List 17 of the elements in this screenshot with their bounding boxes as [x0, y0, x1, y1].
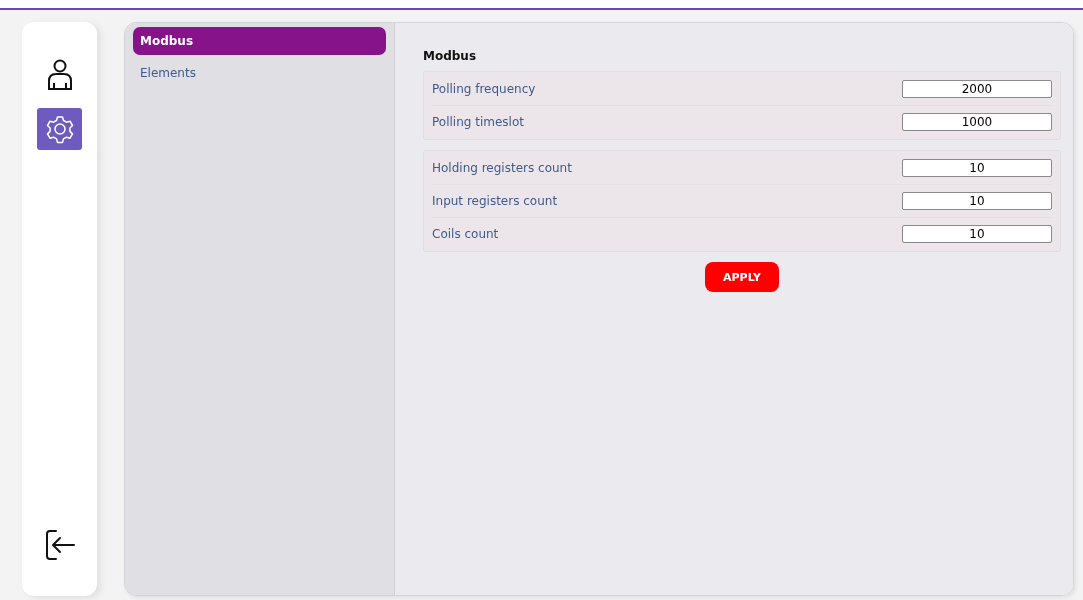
input-field[interactable]: 10: [902, 225, 1052, 243]
menu-item[interactable]: Elements: [133, 59, 386, 87]
apply-button[interactable]: APPLY: [705, 262, 779, 292]
field-label: Polling timeslot: [432, 115, 524, 129]
input-field[interactable]: 1000: [902, 113, 1052, 131]
user-icon: [46, 59, 73, 91]
field-label: Polling frequency: [432, 82, 536, 96]
field-label: Holding registers count: [432, 161, 572, 175]
input-field[interactable]: 10: [902, 192, 1052, 210]
input-field[interactable]: 2000: [902, 80, 1052, 98]
logout-icon: [43, 529, 76, 561]
field-label: Input registers count: [432, 194, 558, 208]
menu-item[interactable]: Modbus: [133, 27, 386, 55]
field-label: Coils count: [432, 227, 499, 241]
input-field[interactable]: 10: [902, 159, 1052, 177]
section-title: Modbus: [423, 49, 478, 63]
settings-icon: [44, 114, 75, 144]
